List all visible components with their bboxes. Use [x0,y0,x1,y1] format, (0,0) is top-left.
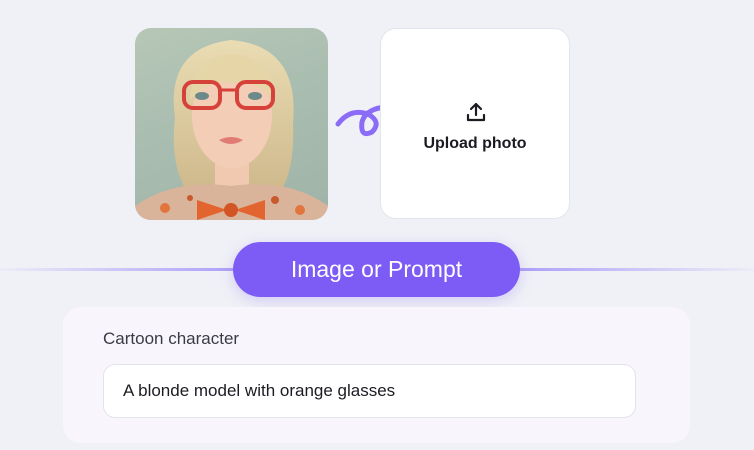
upload-photo-label: Upload photo [423,135,527,152]
prompt-card: Cartoon character A blonde model with or… [63,307,690,443]
prompt-title: Cartoon character [103,329,240,348]
sample-portrait-image [135,28,328,220]
upload-photo-card[interactable]: Upload photo [380,28,570,219]
prompt-input[interactable]: A blonde model with orange glasses [103,364,636,418]
image-or-prompt-button[interactable]: Image or Prompt [233,242,520,297]
upload-icon [466,102,486,122]
